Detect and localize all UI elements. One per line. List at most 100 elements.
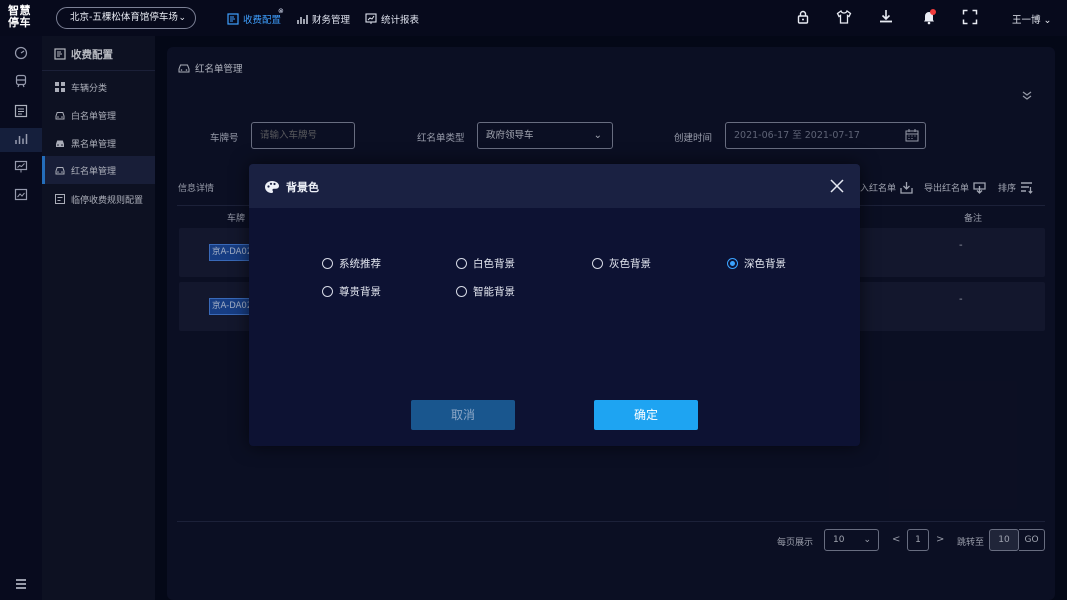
- submenu-item-label: 车辆分类: [71, 83, 108, 94]
- dashboard-icon[interactable]: [14, 46, 28, 60]
- dialog-header: 背景色: [249, 164, 860, 208]
- import-redlist-button[interactable]: 入红名单: [860, 181, 913, 194]
- nav-label: 统计报表: [381, 15, 420, 26]
- radio-button[interactable]: [322, 286, 333, 297]
- menu-icon[interactable]: [14, 577, 28, 591]
- nav-charge-config[interactable]: 收费配置 ⊗: [227, 7, 284, 27]
- icon-rail: [0, 36, 42, 600]
- option-gray-background[interactable]: 灰色背景: [592, 256, 651, 271]
- submenu-title-label: 收费配置: [71, 48, 113, 61]
- sort-icon: [1021, 182, 1033, 194]
- radio-button[interactable]: [727, 258, 738, 269]
- submenu-item-label: 红名单管理: [71, 166, 117, 177]
- cancel-button[interactable]: 取消: [411, 400, 515, 430]
- nav-label: 收费配置: [243, 15, 282, 26]
- option-dark-background[interactable]: 深色背景: [727, 256, 786, 271]
- submenu-item-vehicle-category[interactable]: 车辆分类: [42, 73, 155, 101]
- sort-button[interactable]: 排序: [998, 181, 1033, 194]
- palette-icon: [265, 181, 279, 193]
- redlist-type-select[interactable]: 政府领导车 ⌄: [477, 122, 613, 149]
- background-color-dialog: 背景色 系统推荐 白色背景 灰色背景 深色背景 尊贵背景 智能背景 取消 确定: [249, 164, 860, 446]
- jump-to-label: 跳转至: [957, 538, 985, 548]
- radio-button[interactable]: [322, 258, 333, 269]
- chevron-down-icon: ⌄: [178, 13, 186, 23]
- nav-finance[interactable]: 财务管理: [296, 11, 350, 27]
- car-icon: [178, 64, 190, 73]
- car-icon: [55, 112, 65, 120]
- collapse-icon[interactable]: [1021, 89, 1033, 101]
- confirm-button[interactable]: 确定: [594, 400, 698, 430]
- submenu-item-label: 白名单管理: [71, 111, 117, 122]
- option-system-recommended[interactable]: 系统推荐: [322, 256, 381, 271]
- per-page-label: 每页展示: [777, 538, 814, 548]
- remark-value: -: [959, 294, 963, 305]
- next-page-button[interactable]: >: [936, 534, 944, 545]
- lock-icon[interactable]: [795, 9, 811, 25]
- vehicle-icon[interactable]: [14, 74, 28, 88]
- parking-lot-label: 北京-五棵松体育馆停车场: [70, 12, 178, 23]
- plate-search-input[interactable]: [251, 122, 355, 149]
- option-white-background[interactable]: 白色背景: [456, 256, 515, 271]
- option-smart-background[interactable]: 智能背景: [456, 284, 515, 299]
- chevron-down-icon: ⌄: [1043, 15, 1052, 26]
- submenu: 收费配置 车辆分类 白名单管理 黑名单管理 红名单管理 临停收费规则配置: [42, 36, 155, 600]
- app-logo[interactable]: 智慧停车: [8, 5, 36, 29]
- notification-dot: [930, 9, 936, 15]
- prev-page-button[interactable]: <: [892, 534, 900, 545]
- submenu-title: 收费配置: [54, 46, 113, 62]
- dialog-title-label: 背景色: [286, 181, 319, 194]
- info-details-label: 信息详情: [178, 184, 215, 194]
- per-page-select[interactable]: 10 ⌄: [824, 529, 879, 551]
- report-icon[interactable]: [14, 160, 28, 174]
- fullscreen-icon[interactable]: [962, 9, 978, 25]
- charge-config-icon: [227, 13, 239, 25]
- nav-label: 财务管理: [312, 15, 351, 26]
- column-header-remark: 备注: [964, 214, 983, 224]
- option-label: 系统推荐: [339, 258, 381, 270]
- grid-icon: [55, 82, 65, 92]
- close-icon[interactable]: [829, 178, 845, 194]
- column-header-plate: 车牌: [227, 214, 246, 224]
- submenu-item-label: 临停收费规则配置: [71, 195, 144, 206]
- download-icon[interactable]: [878, 9, 894, 25]
- divider: [177, 521, 1045, 522]
- parking-lot-select[interactable]: 北京-五棵松体育馆停车场 ⌄: [56, 7, 196, 29]
- submenu-item-redlist[interactable]: 红名单管理: [42, 156, 155, 184]
- chart-icon[interactable]: [14, 132, 28, 146]
- nav-reports[interactable]: 统计报表: [365, 11, 419, 27]
- user-name: 王一博: [1012, 15, 1041, 26]
- remark-value: -: [959, 240, 963, 251]
- import-icon: [900, 182, 913, 194]
- submenu-item-blacklist[interactable]: 黑名单管理: [42, 129, 155, 157]
- rules-icon: [55, 194, 65, 204]
- close-icon[interactable]: ⊗: [278, 7, 284, 15]
- export-label: 导出红名单: [924, 184, 970, 194]
- shirt-icon[interactable]: [836, 9, 852, 25]
- go-button[interactable]: GO: [1019, 529, 1045, 551]
- billing-icon[interactable]: [14, 104, 28, 118]
- user-menu[interactable]: 王一博 ⌄: [1012, 12, 1052, 26]
- create-time-label: 创建时间: [674, 133, 713, 144]
- import-label: 入红名单: [860, 184, 897, 194]
- option-label: 尊贵背景: [339, 286, 381, 298]
- radio-button[interactable]: [456, 258, 467, 269]
- radio-button[interactable]: [592, 258, 603, 269]
- current-page[interactable]: 1: [907, 529, 929, 551]
- top-bar: 智慧停车 北京-五棵松体育馆停车场 ⌄ 收费配置 ⊗ 财务管理 统计报表 王一博…: [0, 0, 1067, 36]
- submenu-item-whitelist[interactable]: 白名单管理: [42, 101, 155, 129]
- notification-button[interactable]: [921, 9, 937, 25]
- submenu-item-temp-parking-rules[interactable]: 临停收费规则配置: [42, 185, 155, 213]
- submenu-item-label: 黑名单管理: [71, 139, 117, 150]
- chevron-down-icon: ⌄: [863, 535, 871, 545]
- jump-page-input[interactable]: 10: [989, 529, 1019, 551]
- dialog-title: 背景色: [264, 179, 319, 195]
- date-range-input[interactable]: 2021-06-17 至 2021-07-17: [725, 122, 926, 149]
- radio-button[interactable]: [456, 286, 467, 297]
- monitor-icon[interactable]: [14, 188, 28, 202]
- export-redlist-button[interactable]: 导出红名单: [924, 181, 986, 194]
- reports-icon: [365, 13, 377, 24]
- option-premium-background[interactable]: 尊贵背景: [322, 284, 381, 299]
- per-page-value: 10: [833, 535, 845, 545]
- chevron-down-icon: ⌄: [593, 130, 602, 141]
- car-icon: [55, 167, 65, 175]
